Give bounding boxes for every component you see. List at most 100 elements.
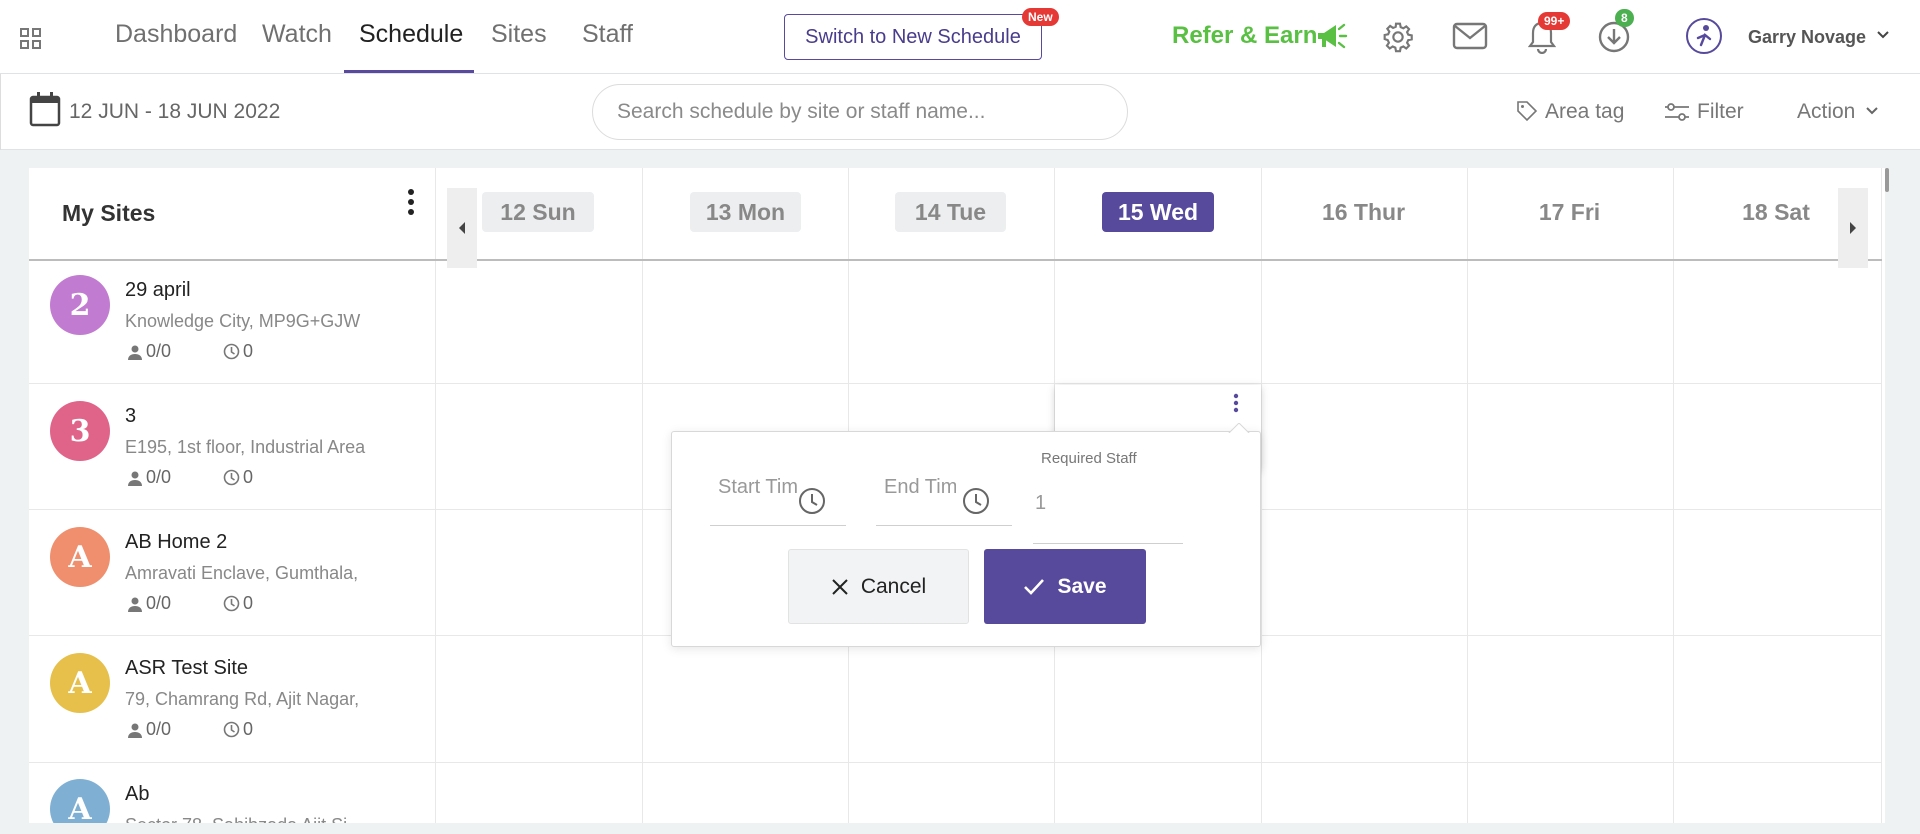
cancel-label: Cancel xyxy=(860,574,927,598)
site-name[interactable]: 29 april xyxy=(125,279,191,302)
tasks-badge: 8 xyxy=(1615,9,1634,27)
active-tab-indicator xyxy=(344,70,474,73)
staff-count: 0/0 xyxy=(127,593,171,614)
tag-icon xyxy=(1517,101,1538,122)
popup-caret xyxy=(1228,423,1250,434)
caret-right-icon xyxy=(1850,222,1856,234)
cancel-button[interactable]: Cancel xyxy=(788,549,969,624)
notifications-badge: 99+ xyxy=(1538,12,1571,30)
person-icon xyxy=(128,471,142,486)
filter-button[interactable]: Filter xyxy=(1697,100,1744,124)
megaphone-icon xyxy=(1318,23,1348,49)
required-staff-input[interactable]: 1 xyxy=(1035,492,1046,515)
day-header-14-tue[interactable]: 14 Tue xyxy=(895,192,1006,232)
day-header-18-sat[interactable]: 18 Sat xyxy=(1720,192,1832,232)
new-badge: New xyxy=(1022,8,1059,26)
hours-count: 0 xyxy=(223,341,253,362)
clock-icon xyxy=(223,721,240,738)
chevron-down-icon[interactable] xyxy=(1876,30,1890,40)
staff-count: 0/0 xyxy=(127,467,171,488)
user-name[interactable]: Garry Novage xyxy=(1748,27,1866,48)
site-name[interactable]: AB Home 2 xyxy=(125,531,227,554)
required-staff-underline xyxy=(1033,543,1183,544)
clock-icon[interactable] xyxy=(797,486,827,516)
site-name[interactable]: Ab xyxy=(125,783,149,806)
date-range[interactable]: 12 JUN - 18 JUN 2022 xyxy=(69,100,280,124)
my-sites-title: My Sites xyxy=(62,200,156,226)
day-header-13-mon[interactable]: 13 Mon xyxy=(690,192,801,232)
row-divider xyxy=(29,383,1882,384)
search-input[interactable] xyxy=(592,84,1128,140)
check-icon xyxy=(1024,578,1045,595)
action-chevron-down-icon xyxy=(1866,107,1878,115)
prev-week-button[interactable] xyxy=(447,188,477,268)
site-name[interactable]: ASR Test Site xyxy=(125,657,248,680)
column-divider xyxy=(1673,168,1674,823)
person-icon xyxy=(128,723,142,738)
user-avatar-icon[interactable] xyxy=(1685,17,1723,55)
site-avatar: A xyxy=(50,527,110,587)
site-avatar: 2 xyxy=(50,275,110,335)
site-avatar: 3 xyxy=(50,401,110,461)
day-header-12-sun[interactable]: 12 Sun xyxy=(482,192,594,232)
switch-to-new-schedule-button[interactable]: Switch to New Schedule xyxy=(784,14,1042,60)
apps-grid-icon[interactable] xyxy=(19,27,43,51)
area-tag-button[interactable]: Area tag xyxy=(1545,100,1624,124)
hours-count: 0 xyxy=(223,467,253,488)
calendar-icon[interactable] xyxy=(29,91,61,127)
day-header-16-thur[interactable]: 16 Thur xyxy=(1308,192,1419,232)
hours-count-value: 0 xyxy=(243,467,254,487)
day-header-15-wed[interactable]: 15 Wed xyxy=(1102,192,1214,232)
clock-icon xyxy=(223,595,240,612)
more-vertical-icon[interactable] xyxy=(407,188,415,216)
staff-count-value: 0/0 xyxy=(146,593,172,613)
staff-count-value: 0/0 xyxy=(146,341,172,361)
tab-staff[interactable]: Staff xyxy=(582,20,633,49)
toolbar-left-border xyxy=(0,74,1,150)
staff-count: 0/0 xyxy=(127,341,171,362)
clock-icon xyxy=(223,469,240,486)
column-divider xyxy=(435,168,436,823)
mail-icon[interactable] xyxy=(1452,22,1488,50)
more-vertical-icon[interactable] xyxy=(1233,393,1239,413)
refer-and-earn-link[interactable]: Refer & Earn xyxy=(1172,22,1317,50)
site-name[interactable]: 3 xyxy=(125,405,136,428)
staff-count: 0/0 xyxy=(127,719,171,740)
site-avatar: A xyxy=(50,779,110,823)
column-divider xyxy=(642,168,643,823)
gear-icon[interactable] xyxy=(1382,21,1414,53)
add-shift-popup: Start Time End Time Required Staff 1 Can… xyxy=(671,423,1261,647)
close-icon xyxy=(832,578,848,595)
tab-dashboard[interactable]: Dashboard xyxy=(115,20,237,49)
start-time-input[interactable]: Start Time xyxy=(718,476,798,499)
site-address: Sector 78, Sahibzada Ajit Si xyxy=(125,815,415,823)
filter-icon xyxy=(1665,103,1689,121)
vertical-scrollbar[interactable] xyxy=(1885,168,1889,192)
hours-count-value: 0 xyxy=(243,593,254,613)
site-address: 79, Chamrang Rd, Ajit Nagar, xyxy=(125,689,360,709)
required-staff-label: Required Staff xyxy=(1041,450,1137,467)
hours-count-value: 0 xyxy=(243,341,254,361)
person-icon xyxy=(128,345,142,360)
next-week-button[interactable] xyxy=(1838,188,1868,268)
column-divider xyxy=(1261,168,1262,823)
end-time-field[interactable]: End Time xyxy=(876,472,1012,526)
column-divider xyxy=(1467,168,1468,823)
clock-icon xyxy=(223,343,240,360)
tab-sites[interactable]: Sites xyxy=(491,20,547,49)
start-time-field[interactable]: Start Time xyxy=(710,472,846,526)
site-avatar: A xyxy=(50,653,110,713)
site-address: Knowledge City, MP9G+GJW xyxy=(125,311,361,331)
person-icon xyxy=(128,597,142,612)
save-button[interactable]: Save xyxy=(984,549,1146,624)
hours-count: 0 xyxy=(223,719,253,740)
tab-watch[interactable]: Watch xyxy=(262,20,332,49)
tab-schedule[interactable]: Schedule xyxy=(359,20,463,49)
day-header-17-fri[interactable]: 17 Fri xyxy=(1514,192,1625,232)
clock-icon[interactable] xyxy=(961,486,991,516)
action-menu-button[interactable]: Action xyxy=(1797,100,1855,124)
staff-count-value: 0/0 xyxy=(146,719,172,739)
caret-left-icon xyxy=(459,222,465,234)
row-divider xyxy=(29,762,1882,763)
end-time-input[interactable]: End Time xyxy=(884,476,956,499)
